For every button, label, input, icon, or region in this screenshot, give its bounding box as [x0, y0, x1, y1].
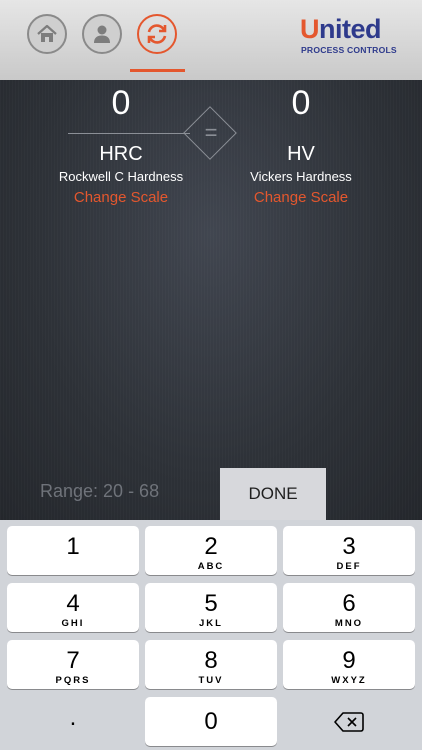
key-letters: WXYZ	[331, 675, 367, 686]
range-label: Range: 20 - 68	[40, 481, 160, 501]
profile-button[interactable]	[82, 14, 122, 54]
key-digit: 0	[204, 708, 218, 735]
key-0[interactable]: 0	[145, 697, 277, 746]
right-change-scale-link[interactable]: Change Scale	[201, 189, 401, 206]
key-digit: 4	[66, 590, 80, 617]
key-digit: .	[69, 704, 77, 731]
key-1[interactable]: 1	[7, 526, 139, 575]
key-4[interactable]: 4 GHI	[7, 583, 139, 632]
converter-panel: 0 0 = HRC HV Rockwell C Hardness Vickers…	[0, 80, 422, 520]
left-divider	[68, 133, 190, 134]
key-digit: 3	[342, 533, 356, 560]
key-letters: ABC	[197, 561, 225, 572]
home-icon	[37, 24, 57, 42]
backspace-button[interactable]	[283, 697, 415, 746]
key-digit: 1	[66, 533, 80, 560]
key-digit: 9	[342, 647, 356, 674]
left-value[interactable]: 0	[41, 84, 201, 123]
active-tab-indicator	[130, 69, 185, 72]
key-letters: TUV	[198, 675, 224, 686]
key-digit: 2	[204, 533, 218, 560]
key-2[interactable]: 2 ABC	[145, 526, 277, 575]
left-scale-name: Rockwell C Hardness	[58, 169, 184, 184]
convert-button[interactable]	[137, 14, 177, 54]
key-letters: JKL	[199, 618, 223, 629]
left-change-scale-link[interactable]: Change Scale	[21, 189, 221, 206]
logo-initial: U	[300, 14, 320, 44]
numeric-keypad: 1 2 ABC 3 DEF 4 GHI 5 JKL 6 MNO 7 PQRS 8…	[0, 520, 422, 750]
home-button[interactable]	[27, 14, 67, 54]
key-decimal[interactable]: .	[7, 697, 139, 746]
user-icon	[94, 25, 110, 43]
backspace-icon	[334, 712, 364, 732]
key-digit: 7	[66, 647, 80, 674]
key-letters: GHI	[61, 618, 85, 629]
key-5[interactable]: 5 JKL	[145, 583, 277, 632]
right-value[interactable]: 0	[221, 84, 381, 123]
key-letters: DEF	[336, 561, 362, 572]
key-3[interactable]: 3 DEF	[283, 526, 415, 575]
right-scale-name: Vickers Hardness	[250, 169, 352, 184]
refresh-icon	[147, 24, 167, 44]
key-8[interactable]: 8 TUV	[145, 640, 277, 689]
done-button[interactable]: DONE	[220, 468, 326, 520]
logo-rest: nited	[319, 14, 382, 44]
logo-wordmark: United	[300, 14, 382, 45]
top-bar: United PROCESS CONTROLS	[0, 0, 422, 80]
logo-subtitle: PROCESS CONTROLS	[301, 45, 397, 55]
key-9[interactable]: 9 WXYZ	[283, 640, 415, 689]
key-letters: PQRS	[55, 675, 91, 686]
brand-logo: United PROCESS CONTROLS	[300, 14, 402, 58]
key-6[interactable]: 6 MNO	[283, 583, 415, 632]
right-scale-code: HV	[287, 143, 315, 165]
key-digit: 8	[204, 647, 218, 674]
left-scale-code: HRC	[99, 143, 143, 165]
key-7[interactable]: 7 PQRS	[7, 640, 139, 689]
key-digit: 6	[342, 590, 356, 617]
key-letters: MNO	[334, 618, 364, 629]
key-digit: 5	[204, 590, 218, 617]
